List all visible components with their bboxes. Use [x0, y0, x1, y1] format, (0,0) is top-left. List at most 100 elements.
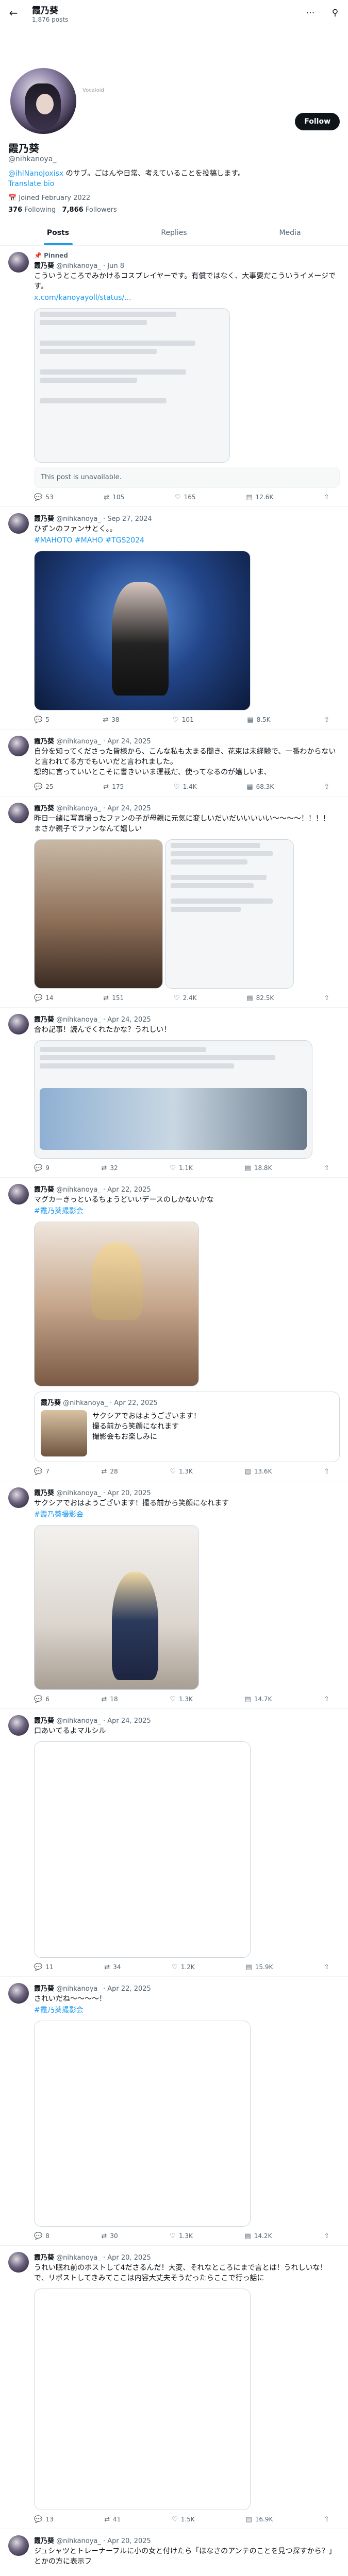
reply-button[interactable]: 💬 25 [34, 783, 53, 791]
avatar[interactable] [8, 736, 29, 756]
avatar[interactable] [8, 1184, 29, 1205]
reply-button[interactable]: 💬 14 [34, 994, 53, 1002]
like-button[interactable]: ♡ 165 [175, 494, 196, 501]
post-image[interactable] [34, 1741, 251, 1958]
like-button[interactable]: ♡ 2.4K [174, 994, 197, 1002]
post-item[interactable]: 霞乃葵 @nihkanoya_ · Apr 20, 2025 ジュシャツとトレー… [0, 2529, 348, 2567]
post-item[interactable]: 霞乃葵 @nihkanoya_ · Apr 22, 2025 マグカーきっといる… [0, 1178, 348, 1481]
followers-count[interactable]: 7,866 [62, 206, 84, 214]
views-button[interactable]: ▤ 13.6K [245, 1468, 272, 1476]
translate-bio-link[interactable]: Translate bio [8, 180, 54, 188]
views-button[interactable]: ▤ 14.7K [245, 1696, 272, 1703]
share-button[interactable]: ⇧ [324, 783, 329, 791]
post-item[interactable]: 霞乃葵 @nihkanoya_ · Apr 20, 2025 うれい眠れ前のポス… [0, 2246, 348, 2529]
post-item[interactable]: 📌 Pinned 霞乃葵 @nihkanoya_ · Jun 8 こういうところ… [0, 246, 348, 507]
post-author-name[interactable]: 霞乃葵 [34, 1985, 54, 1993]
quoted-post[interactable]: 霞乃葵 @nihkanoya_ · Apr 22, 2025 サクシアでおはよう… [34, 1392, 340, 1462]
post-author-name[interactable]: 霞乃葵 [34, 515, 54, 523]
like-button[interactable]: ♡ 1.3K [170, 1696, 193, 1703]
repost-button[interactable]: ⇄ 105 [104, 494, 124, 501]
like-button[interactable]: ♡ 1.5K [172, 2516, 195, 2523]
post-item[interactable]: 霞乃葵 @nihkanoya_ · Apr 24, 2025 合わ記事！読んでく… [0, 1008, 348, 1178]
reply-button[interactable]: 💬 6 [34, 1696, 49, 1703]
tab-posts[interactable]: Posts [0, 220, 116, 245]
reply-button[interactable]: 💬 8 [34, 2232, 49, 2240]
search-icon[interactable]: ⚲ [328, 8, 342, 18]
views-button[interactable]: ▤ 8.5K [247, 716, 270, 724]
reply-button[interactable]: 💬 53 [34, 494, 53, 501]
views-button[interactable]: ▤ 14.2K [245, 2232, 272, 2240]
repost-button[interactable]: ⇄ 34 [104, 1963, 121, 1971]
post-author-name[interactable]: 霞乃葵 [34, 1717, 54, 1725]
share-button[interactable]: ⇧ [324, 716, 329, 724]
avatar[interactable] [8, 803, 29, 823]
like-button[interactable]: ♡ 101 [173, 716, 194, 724]
share-button[interactable]: ⇧ [324, 994, 329, 1002]
followers-label[interactable]: Followers [86, 206, 117, 214]
like-button[interactable]: ♡ 1.4K [174, 783, 197, 791]
more-icon[interactable]: ⋯ [304, 8, 317, 18]
post-item[interactable]: 霞乃葵 @nihkanoya_ · Apr 24, 2025 昨日一緒に写真撮っ… [0, 796, 348, 1008]
like-button[interactable]: ♡ 1.2K [172, 1963, 195, 1971]
views-button[interactable]: ▤ 12.6K [246, 494, 273, 501]
post-item[interactable]: 霞乃葵 @nihkanoya_ · Apr 20, 2025 サクシアでおはよう… [0, 1481, 348, 1709]
post-image[interactable] [34, 308, 230, 463]
share-button[interactable]: ⇧ [324, 2516, 329, 2523]
views-button[interactable]: ▤ 16.9K [245, 2516, 273, 2523]
repost-button[interactable]: ⇄ 30 [101, 2232, 118, 2240]
post-image[interactable] [34, 839, 163, 989]
post-hashtags[interactable]: #霞乃葵撮影会 [34, 1511, 84, 1519]
views-button[interactable]: ▤ 68.3K [246, 783, 274, 791]
reply-button[interactable]: 💬 11 [34, 1963, 53, 1971]
profile-avatar[interactable] [8, 66, 78, 136]
post-image[interactable] [34, 1040, 312, 1159]
share-button[interactable]: ⇧ [324, 494, 329, 501]
avatar[interactable] [8, 2535, 29, 2556]
share-button[interactable]: ⇧ [324, 1963, 329, 1971]
like-button[interactable]: ♡ 1.3K [170, 2232, 193, 2240]
following-label[interactable]: Following [24, 206, 56, 214]
avatar[interactable] [8, 1715, 29, 1736]
post-author-name[interactable]: 霞乃葵 [34, 1016, 54, 1024]
share-button[interactable]: ⇧ [324, 1164, 329, 1172]
repost-button[interactable]: ⇄ 38 [103, 716, 119, 724]
views-button[interactable]: ▤ 18.8K [245, 1164, 272, 1172]
post-item[interactable]: 霞乃葵 @nihkanoya_ · Apr 22, 2025 されいだね〜〜〜〜… [0, 1977, 348, 2246]
avatar[interactable] [8, 1487, 29, 1508]
repost-button[interactable]: ⇄ 175 [103, 783, 124, 791]
avatar[interactable] [8, 1014, 29, 1035]
tab-replies[interactable]: Replies [116, 220, 232, 245]
post-image[interactable] [34, 2021, 251, 2227]
post-author-name[interactable]: 霞乃葵 [34, 805, 54, 812]
post-item[interactable]: 霞乃葵 @nihkanoya_ · Apr 24, 2025 口あいてるよマルシ… [0, 1709, 348, 1977]
repost-button[interactable]: ⇄ 28 [101, 1468, 118, 1476]
post-author-name[interactable]: 霞乃葵 [34, 1489, 54, 1497]
repost-button[interactable]: ⇄ 32 [101, 1164, 118, 1172]
post-hashtags[interactable]: #霞乃葵撮影会 [34, 2006, 84, 2014]
reply-button[interactable]: 💬 13 [34, 2516, 53, 2523]
views-button[interactable]: ▤ 82.5K [246, 994, 274, 1002]
follow-button[interactable]: Follow [295, 113, 340, 130]
share-button[interactable]: ⇧ [324, 1696, 329, 1703]
avatar[interactable] [8, 513, 29, 534]
share-button[interactable]: ⇧ [324, 1468, 329, 1476]
post-hashtags[interactable]: #MAHOTO #MAHO #TGS2024 [34, 536, 144, 545]
avatar[interactable] [8, 2252, 29, 2273]
views-button[interactable]: ▤ 15.9K [245, 1963, 273, 1971]
back-arrow-icon[interactable]: ← [6, 7, 21, 19]
avatar[interactable] [8, 252, 29, 273]
post-author-name[interactable]: 霞乃葵 [34, 2537, 54, 2545]
post-hashtags[interactable]: #霞乃葵撮影会 [34, 1207, 84, 1215]
post-image[interactable] [34, 2289, 251, 2510]
repost-button[interactable]: ⇄ 18 [101, 1696, 118, 1703]
post-item[interactable]: 霞乃葵 @nihkanoya_ · Sep 27, 2024 ひずンのファンサと… [0, 507, 348, 730]
post-image[interactable] [34, 1525, 199, 1690]
post-item[interactable]: 霞乃葵 @nihkanoya_ · Apr 24, 2025 自分を知ってくださ… [0, 730, 348, 796]
avatar[interactable] [8, 1983, 29, 2004]
post-image[interactable] [165, 839, 294, 989]
post-author-name[interactable]: 霞乃葵 [34, 1186, 54, 1194]
repost-button[interactable]: ⇄ 151 [103, 994, 124, 1002]
post-image[interactable] [34, 1222, 199, 1386]
like-button[interactable]: ♡ 1.3K [170, 1468, 193, 1476]
bio-link[interactable]: @ihlNanoJoxisx [8, 170, 63, 178]
